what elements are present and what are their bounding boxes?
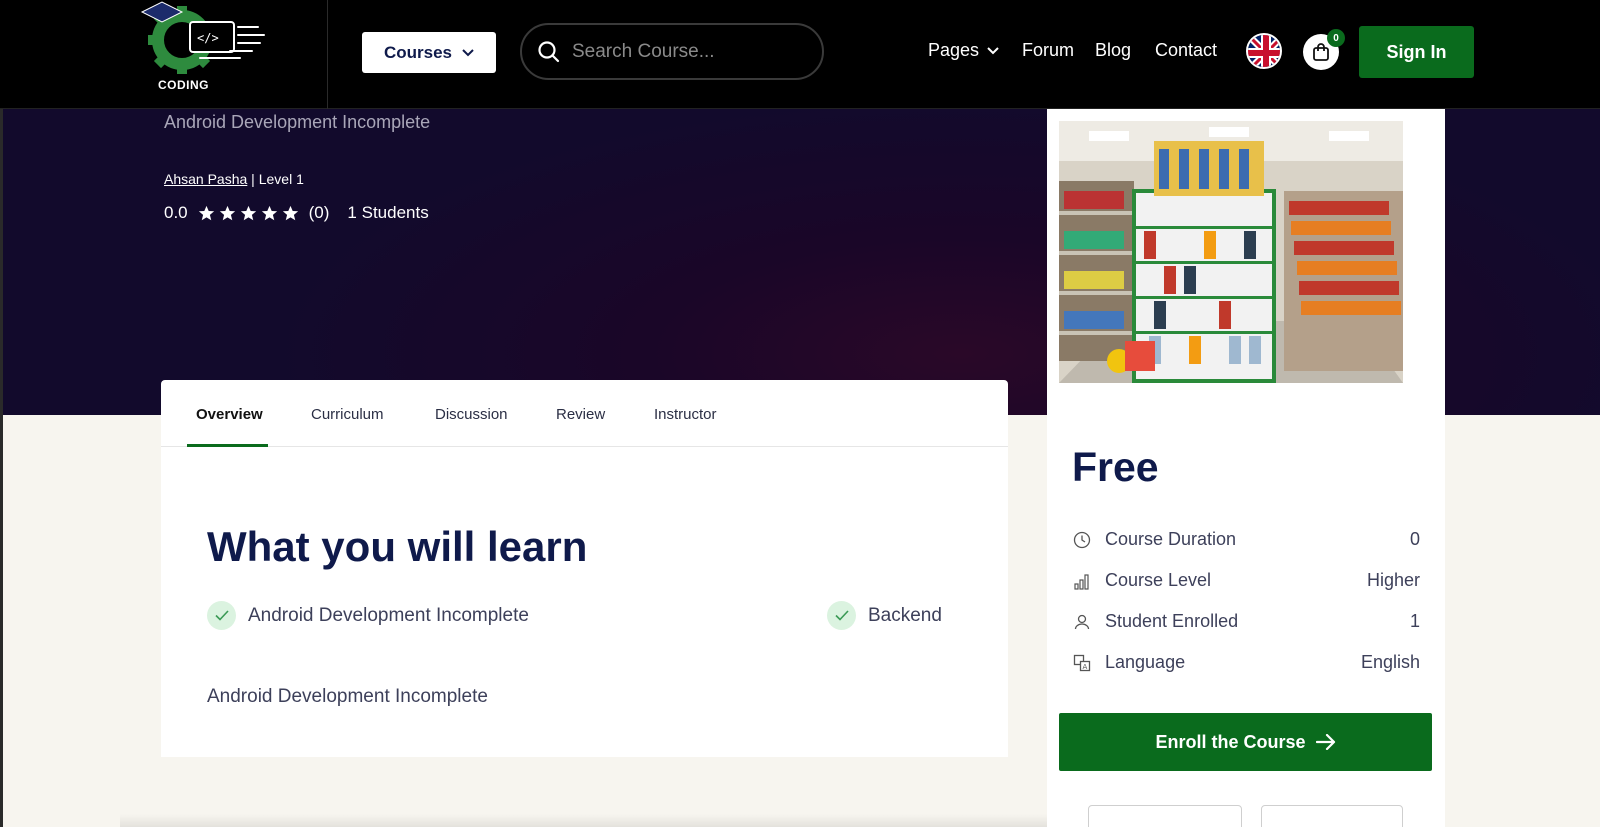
- info-label: Course Duration: [1105, 529, 1237, 549]
- learn-item: Android Development Incomplete: [207, 601, 529, 630]
- shopping-bag-icon: [1313, 43, 1329, 61]
- star-icon: [282, 205, 298, 220]
- content-bottom-shadow: [120, 814, 1050, 827]
- nav-forum[interactable]: Forum: [1022, 40, 1074, 61]
- courses-dropdown-button[interactable]: Courses: [362, 32, 496, 73]
- info-label: Course Level: [1105, 570, 1212, 590]
- site-logo[interactable]: </> CODING: [140, 0, 270, 100]
- info-row-duration: Course Duration 0: [1072, 529, 1420, 550]
- learn-item-label: Android Development Incomplete: [248, 604, 529, 626]
- language-icon: A: [1072, 653, 1092, 673]
- level-bars-icon: [1072, 571, 1092, 591]
- nav-contact-label: Contact: [1155, 40, 1218, 60]
- star-rating: [198, 205, 299, 222]
- search-icon: [538, 40, 560, 62]
- course-meta: Ahsan Pasha | Level 1: [164, 171, 304, 187]
- clock-icon: [1072, 530, 1092, 550]
- nav-forum-label: Forum: [1022, 40, 1075, 60]
- site-header: </> CODING Courses Pages Forum Blog Cont…: [0, 0, 1600, 109]
- course-subtitle: Android Development Incomplete: [164, 112, 431, 132]
- chevron-down-icon: [462, 48, 474, 56]
- secondary-button[interactable]: [1261, 805, 1403, 827]
- users-icon: [1072, 612, 1092, 632]
- course-price: Free: [1072, 444, 1159, 490]
- logo-text: CODING: [158, 78, 209, 92]
- star-icon: [240, 205, 256, 220]
- star-icon: [219, 205, 235, 220]
- course-level-text: | Level 1: [247, 171, 304, 187]
- info-value: English: [1360, 652, 1420, 672]
- check-icon: [207, 601, 236, 630]
- info-label: Student Enrolled: [1105, 611, 1239, 631]
- uk-flag-icon[interactable]: [1246, 33, 1282, 69]
- search-input[interactable]: [572, 40, 802, 63]
- nav-blog-label: Blog: [1095, 40, 1132, 60]
- tab-review[interactable]: Review: [556, 406, 605, 423]
- course-rating: 0.0 (0) 1 Students: [164, 203, 429, 223]
- course-content-card: Overview Curriculum Discussion Review In…: [161, 380, 1008, 757]
- secondary-button[interactable]: [1088, 805, 1242, 827]
- rating-value: 0.0: [164, 203, 188, 222]
- learn-item: Backend: [827, 601, 942, 630]
- tab-discussion[interactable]: Discussion: [435, 406, 508, 423]
- header-divider: [327, 0, 328, 109]
- course-sidebar: Free Course Duration 0 Course Level High…: [1047, 109, 1445, 827]
- cart-count-badge: 0: [1327, 29, 1345, 47]
- info-value: 1: [1409, 611, 1420, 631]
- star-icon: [198, 205, 214, 220]
- svg-text:A: A: [1083, 663, 1088, 671]
- info-value: Higher: [1366, 570, 1420, 590]
- chevron-down-icon: [987, 46, 999, 54]
- students-count: 1 Students: [347, 203, 429, 222]
- page-left-edge: [0, 109, 3, 827]
- info-label: Language: [1105, 652, 1186, 672]
- learn-item-label: Backend: [868, 604, 942, 626]
- tab-overview[interactable]: Overview: [196, 406, 263, 423]
- svg-text:</>: </>: [197, 31, 219, 45]
- star-icon: [261, 205, 277, 220]
- courses-label: Courses: [383, 42, 453, 62]
- arrow-right-icon: [1315, 734, 1335, 750]
- check-icon: [827, 601, 856, 630]
- course-thumbnail: [1059, 121, 1403, 383]
- sign-in-button[interactable]: Sign In: [1359, 26, 1474, 78]
- learn-section-title: What you will learn: [207, 523, 588, 570]
- instructor-link[interactable]: Ahsan Pasha: [164, 171, 247, 187]
- tab-instructor[interactable]: Instructor: [654, 406, 717, 423]
- nav-pages[interactable]: Pages: [928, 40, 999, 61]
- course-tabs: Overview Curriculum Discussion Review In…: [161, 380, 1008, 447]
- nav-pages-label: Pages: [928, 40, 980, 60]
- search-bar[interactable]: [520, 23, 824, 80]
- course-description: Android Development Incomplete: [207, 686, 488, 707]
- enroll-label: Enroll the Course: [1155, 731, 1306, 752]
- info-row-enrolled: Student Enrolled 1: [1072, 611, 1420, 632]
- info-row-language: A Language English: [1072, 652, 1420, 673]
- rating-count: (0): [308, 203, 330, 222]
- nav-blog[interactable]: Blog: [1095, 40, 1131, 61]
- tab-curriculum[interactable]: Curriculum: [311, 406, 384, 423]
- nav-contact[interactable]: Contact: [1155, 40, 1217, 61]
- enroll-button[interactable]: Enroll the Course: [1059, 713, 1432, 771]
- cart-button[interactable]: 0: [1303, 29, 1345, 70]
- info-row-level: Course Level Higher: [1072, 570, 1420, 591]
- info-value: 0: [1409, 529, 1420, 549]
- active-tab-indicator: [187, 444, 268, 447]
